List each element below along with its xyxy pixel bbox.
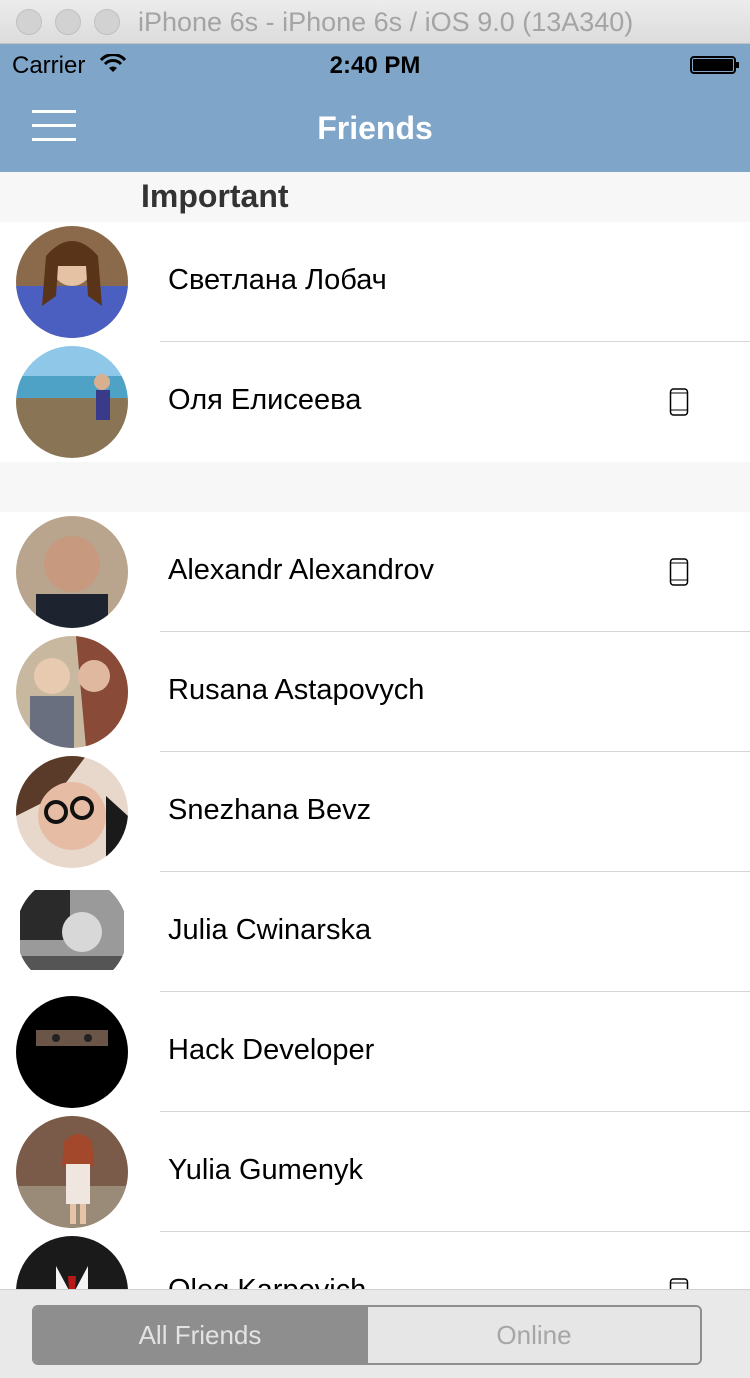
friend-name: Светлана Лобач bbox=[168, 264, 387, 296]
friend-row[interactable]: Oleg Karpovich bbox=[0, 1232, 750, 1289]
simulator-title: iPhone 6s - iPhone 6s / iOS 9.0 (13A340) bbox=[138, 7, 634, 37]
friend-name: Oleg Karpovich bbox=[168, 1274, 366, 1289]
friend-row[interactable]: Оля Елисеева bbox=[0, 342, 750, 462]
friend-name: Julia Cwinarska bbox=[168, 914, 372, 946]
avatar bbox=[16, 756, 128, 868]
status-time: 2:40 PM bbox=[329, 52, 421, 79]
navigation-bar: Carrier 2:40 PM Friends bbox=[0, 44, 750, 172]
friend-name: Snezhana Bevz bbox=[168, 794, 372, 826]
avatar bbox=[16, 636, 128, 748]
bottom-toolbar: All Friends Online bbox=[0, 1289, 750, 1378]
section-spacer bbox=[0, 462, 750, 512]
friend-name: Hack Developer bbox=[168, 1034, 375, 1066]
friend-row[interactable]: Yulia Gumenyk bbox=[0, 1112, 750, 1232]
avatar bbox=[16, 226, 128, 338]
simulator-titlebar: iPhone 6s - iPhone 6s / iOS 9.0 (13A340) bbox=[0, 0, 750, 44]
segment-all-friends[interactable]: All Friends bbox=[34, 1307, 366, 1363]
avatar bbox=[16, 516, 128, 628]
friend-row[interactable]: Snezhana Bevz bbox=[0, 752, 750, 872]
friend-row[interactable]: Alexandr Alexandrov bbox=[0, 512, 750, 632]
mobile-device-icon bbox=[669, 558, 689, 586]
nav-title: Friends bbox=[317, 110, 433, 146]
friend-row[interactable]: Hack Developer bbox=[0, 992, 750, 1112]
friend-name: Оля Елисеева bbox=[168, 384, 362, 416]
avatar bbox=[16, 876, 128, 988]
battery-icon bbox=[690, 56, 739, 74]
friend-row[interactable]: Светлана Лобач bbox=[0, 222, 750, 342]
section-header-important: Important bbox=[0, 172, 750, 222]
window-minimize-button[interactable] bbox=[55, 9, 81, 35]
friends-list[interactable]: Important Светлана Лобач Оля Елисеева Al… bbox=[0, 172, 750, 1289]
friend-name: Rusana Astapovych bbox=[168, 674, 425, 706]
friends-filter-segmented-control[interactable]: All Friends Online bbox=[32, 1305, 702, 1365]
avatar bbox=[16, 346, 128, 458]
avatar bbox=[16, 1116, 128, 1228]
avatar bbox=[16, 996, 128, 1108]
friend-name: Alexandr Alexandrov bbox=[168, 554, 434, 586]
window-close-button[interactable] bbox=[16, 9, 42, 35]
mobile-device-icon bbox=[669, 388, 689, 416]
friend-row[interactable]: Rusana Astapovych bbox=[0, 632, 750, 752]
section-header-label: Important bbox=[141, 178, 289, 214]
segment-online[interactable]: Online bbox=[366, 1307, 700, 1363]
mobile-device-icon bbox=[669, 1278, 689, 1289]
friend-name: Yulia Gumenyk bbox=[168, 1154, 364, 1186]
friend-row[interactable]: Julia Cwinarska bbox=[0, 872, 750, 992]
window-zoom-button[interactable] bbox=[94, 9, 120, 35]
avatar bbox=[16, 1236, 128, 1289]
